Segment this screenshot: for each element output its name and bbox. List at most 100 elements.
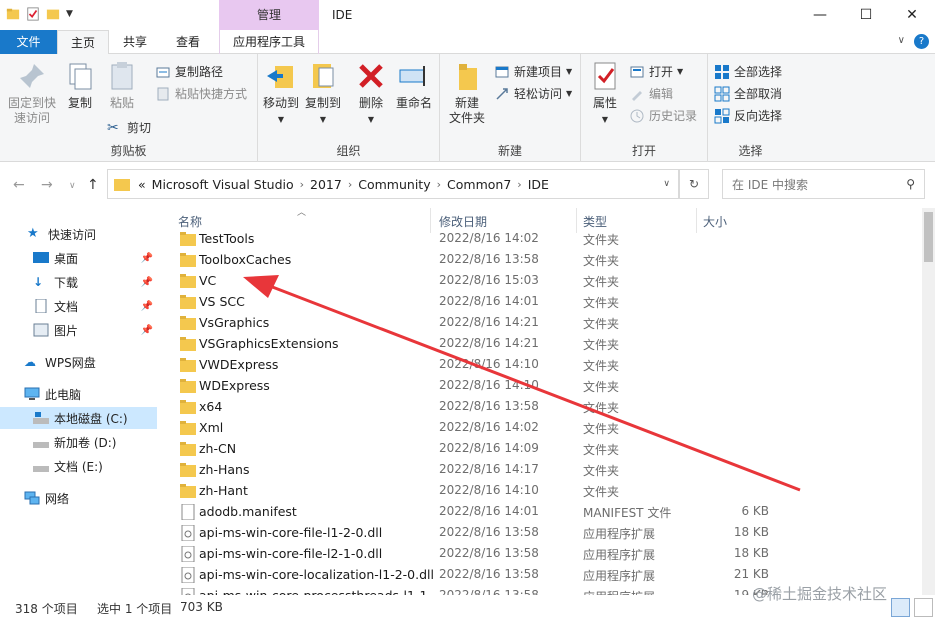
file-size: 6 KB (741, 504, 769, 518)
tab-view[interactable]: 查看 (164, 30, 212, 54)
back-arrow-icon[interactable]: ← (13, 177, 25, 193)
folder-icon (180, 316, 196, 330)
file-type: 文件夹 (583, 296, 620, 310)
nav-drive-e[interactable]: 文档 (E:) (0, 455, 157, 477)
large-icons-view-icon[interactable] (914, 598, 933, 617)
details-view-icon[interactable] (891, 598, 910, 617)
nav-this-pc[interactable]: 此电脑 (0, 383, 157, 405)
easy-access-button[interactable]: 轻松访问 ▼ (494, 85, 572, 102)
chevron-right-icon[interactable]: › (348, 178, 352, 191)
nav-wps-cloud[interactable]: ☁ WPS网盘 (0, 351, 157, 373)
close-button[interactable]: ✕ (889, 0, 935, 30)
chevron-right-icon[interactable]: › (300, 178, 304, 191)
rename-button[interactable]: 重命名 (394, 60, 434, 111)
nav-drive-c[interactable]: 本地磁盘 (C:) (0, 407, 157, 429)
file-name: VsGraphics (199, 315, 270, 330)
table-row[interactable]: VWDExpress 2022/8/16 14:10 文件夹 (160, 355, 922, 376)
file-date: 2022/8/16 13:58 (439, 399, 539, 413)
properties-check-icon[interactable] (26, 6, 40, 22)
select-none-button[interactable]: 全部取消 (714, 85, 782, 102)
table-row[interactable]: Xml 2022/8/16 14:02 文件夹 (160, 418, 922, 439)
breadcrumb-item[interactable]: Microsoft Visual Studio (152, 177, 294, 192)
folder-icon (180, 274, 196, 288)
cut-button[interactable]: ✂ 剪切 (107, 119, 151, 136)
table-row[interactable]: api-ms-win-core-file-l2-1-0.dll 2022/8/16… (160, 544, 922, 565)
new-folder-button[interactable]: 新建 文件夹 (446, 60, 488, 126)
breadcrumb-item[interactable]: 2017 (310, 177, 342, 192)
tab-home[interactable]: 主页 (57, 30, 109, 55)
pin-icon[interactable]: 📌 (141, 277, 153, 288)
paste-shortcut-button[interactable]: 粘贴快捷方式 (155, 85, 247, 102)
nav-desktop[interactable]: 桌面 📌 (0, 247, 157, 269)
context-tab-manage[interactable]: 管理 (219, 0, 319, 30)
invert-selection-button[interactable]: 反向选择 (714, 107, 782, 124)
tab-share[interactable]: 共享 (112, 30, 158, 54)
table-row[interactable]: VC 2022/8/16 15:03 文件夹 (160, 271, 922, 292)
history-button[interactable]: 历史记录 (629, 107, 697, 124)
pin-icon[interactable]: 📌 (141, 253, 153, 264)
table-row[interactable]: zh-Hans 2022/8/16 14:17 文件夹 (160, 460, 922, 481)
table-row[interactable]: TestTools 2022/8/16 14:02 文件夹 (160, 229, 922, 250)
table-row[interactable]: VsGraphics 2022/8/16 14:21 文件夹 (160, 313, 922, 334)
refresh-button[interactable]: ↻ (679, 169, 709, 199)
forward-arrow-icon[interactable]: → (41, 177, 53, 193)
scrollbar-thumb[interactable] (924, 212, 933, 262)
up-arrow-icon[interactable]: ↑ (87, 177, 99, 193)
breadcrumb-item[interactable]: Community (358, 177, 430, 192)
help-icon[interactable]: ? (914, 34, 929, 49)
minimize-button[interactable]: — (797, 0, 843, 30)
copy-path-button[interactable]: 复制路径 (155, 63, 223, 80)
pin-icon[interactable]: 📌 (141, 325, 153, 336)
nav-quick-access[interactable]: ★ 快速访问 (0, 223, 157, 245)
select-group-label: 选择 (738, 144, 763, 158)
recent-locations-icon[interactable]: ∨ (69, 181, 76, 191)
table-row[interactable]: WDExpress 2022/8/16 14:10 文件夹 (160, 376, 922, 397)
maximize-button[interactable]: ☐ (843, 0, 889, 30)
edit-button[interactable]: 编辑 (629, 85, 673, 102)
table-row[interactable]: zh-Hant 2022/8/16 14:10 文件夹 (160, 481, 922, 502)
new-folder-icon[interactable] (46, 6, 60, 22)
folder-icon[interactable] (6, 6, 20, 22)
nav-network[interactable]: 网络 (0, 487, 157, 509)
copy-button[interactable]: 复制 (62, 60, 98, 111)
properties-button[interactable]: 属性 ▼ (587, 60, 623, 127)
breadcrumb-item[interactable]: Common7 (447, 177, 511, 192)
vertical-scrollbar[interactable] (922, 208, 935, 595)
tab-file[interactable]: 文件 (0, 30, 57, 54)
table-row[interactable]: VSGraphicsExtensions 2022/8/16 14:21 文件夹 (160, 334, 922, 355)
delete-button[interactable]: 删除 ▼ (354, 60, 388, 127)
table-row[interactable]: zh-CN 2022/8/16 14:09 文件夹 (160, 439, 922, 460)
move-to-button[interactable]: 移动到 ▼ (262, 60, 300, 127)
select-all-button[interactable]: 全部选择 (714, 63, 782, 80)
address-dropdown-icon[interactable]: ∨ (663, 179, 670, 189)
pin-quick-access-button[interactable]: 固定到快 速访问 (6, 60, 58, 126)
address-bar[interactable]: « Microsoft Visual Studio › 2017 › Communi… (107, 169, 679, 199)
breadcrumb-item[interactable]: IDE (528, 177, 549, 192)
table-row[interactable]: adodb.manifest 2022/8/16 14:01 MANIFEST 文件… (160, 502, 922, 523)
column-date[interactable]: 修改日期 (439, 213, 487, 230)
collapse-ribbon-icon[interactable]: ∨ (898, 35, 905, 46)
breadcrumb-overflow[interactable]: « (138, 177, 146, 192)
nav-drive-d[interactable]: 新加卷 (D:) (0, 431, 157, 453)
copy-to-button[interactable]: 复制到 ▼ (304, 60, 342, 127)
chevron-right-icon[interactable]: › (437, 178, 441, 191)
chevron-right-icon[interactable]: › (517, 178, 521, 191)
table-row[interactable]: ToolboxCaches 2022/8/16 13:58 文件夹 (160, 250, 922, 271)
table-row[interactable]: x64 2022/8/16 13:58 文件夹 (160, 397, 922, 418)
nav-documents[interactable]: 文档 📌 (0, 295, 157, 317)
table-row[interactable]: VS SCC 2022/8/16 14:01 文件夹 (160, 292, 922, 313)
refresh-icon: ↻ (688, 177, 700, 191)
qat-dropdown-icon[interactable]: ▼ (66, 9, 73, 19)
search-input[interactable]: 在 IDE 中搜索 ⚲ (722, 169, 925, 199)
nav-pictures[interactable]: 图片 📌 (0, 319, 157, 341)
table-row[interactable]: api-ms-win-core-file-l1-2-0.dll 2022/8/16… (160, 523, 922, 544)
column-type[interactable]: 类型 (583, 213, 607, 230)
nav-downloads[interactable]: ↓ 下载 📌 (0, 271, 157, 293)
pin-icon[interactable]: 📌 (141, 301, 153, 312)
column-name[interactable]: 名称 (178, 213, 202, 230)
paste-button[interactable]: 粘贴 (102, 60, 142, 111)
open-button[interactable]: 打开 ▼ (629, 63, 683, 80)
new-item-button[interactable]: 新建项目 ▼ (494, 63, 572, 80)
tab-app-tools[interactable]: 应用程序工具 (219, 30, 319, 54)
column-size[interactable]: 大小 (703, 213, 727, 230)
